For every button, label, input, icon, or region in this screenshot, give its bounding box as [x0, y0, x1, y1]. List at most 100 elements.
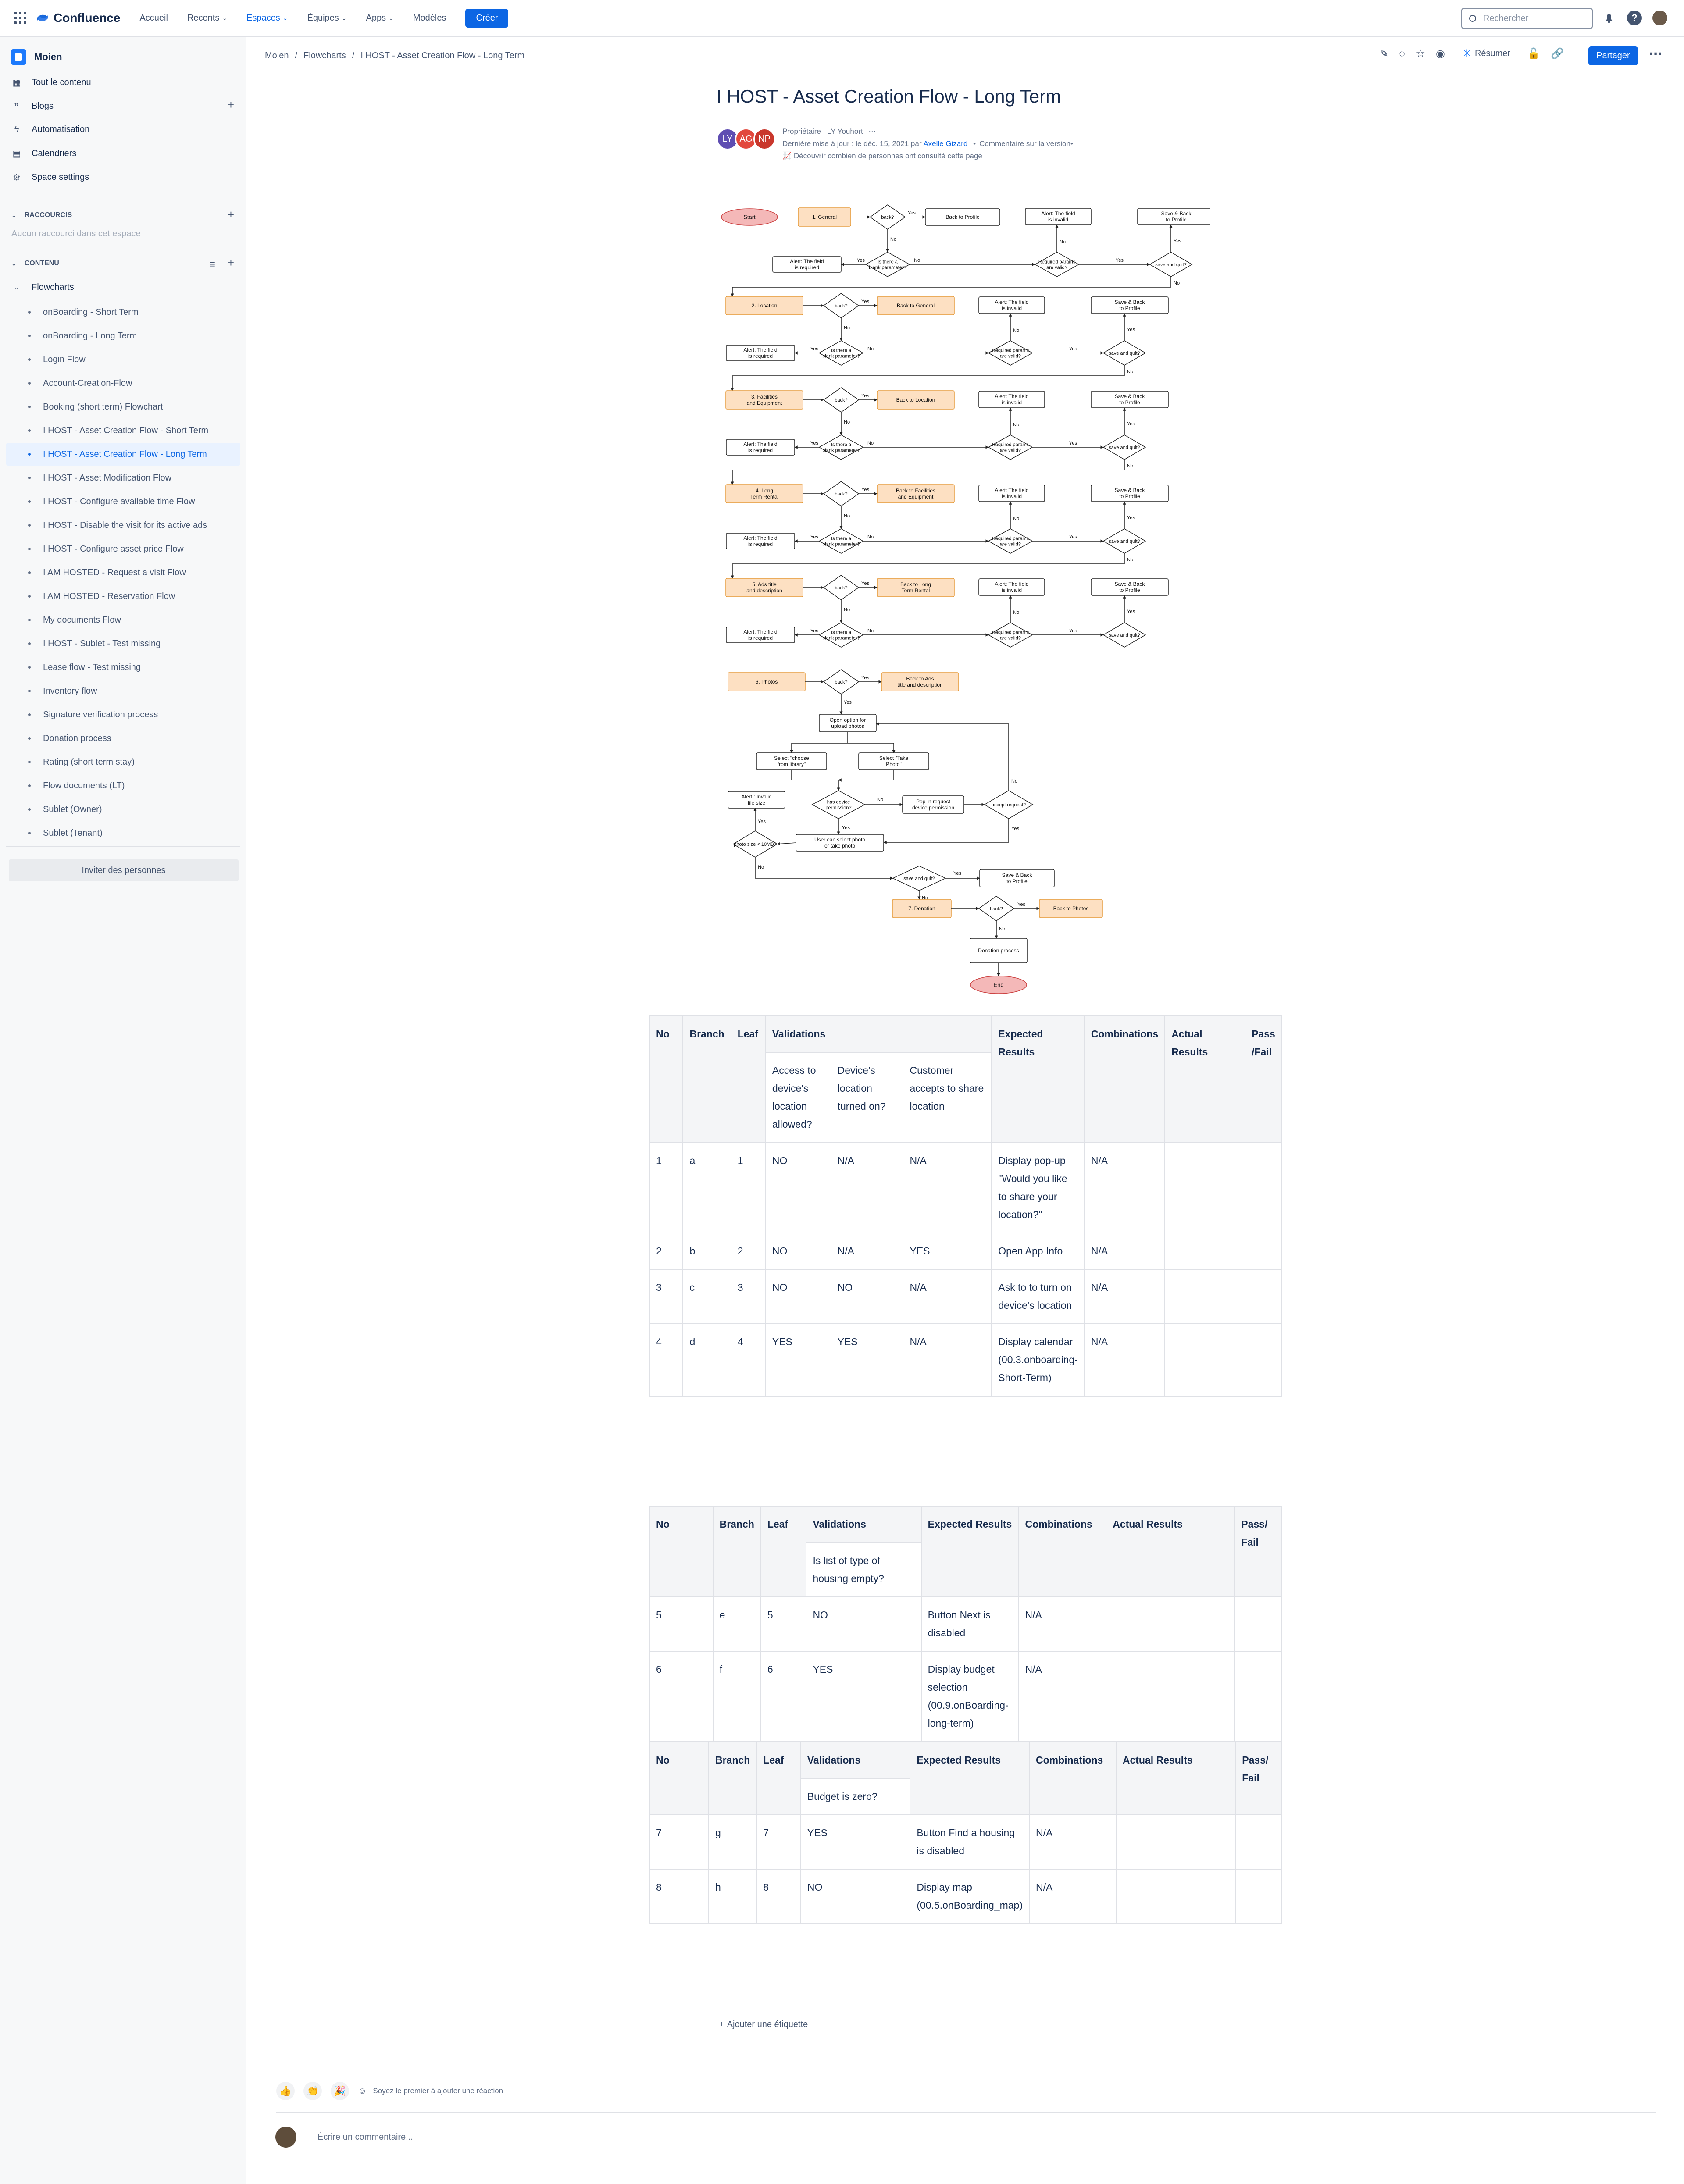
sidebar-tree-item[interactable]: My documents Flow	[6, 609, 240, 631]
sidebar-tree-item[interactable]: Account-Creation-Flow	[6, 372, 240, 395]
nav-teams[interactable]: Équipes ⌄	[307, 13, 347, 23]
col-header: Actual Results	[1106, 1506, 1235, 1597]
sidebar-space-settings[interactable]: ⚙ Space settings	[11, 172, 89, 183]
sidebar-tree-item[interactable]: onBoarding - Long Term	[6, 324, 240, 347]
table-cell	[1164, 1142, 1246, 1233]
sidebar-automation[interactable]: ϟ Automatisation	[11, 125, 90, 135]
sidebar-tree-item[interactable]: I HOST - Configure available time Flow	[6, 490, 240, 513]
page-actions: ✎ ◌ ☆ ◉ ✳ Résumer 🔓 🔗	[1380, 47, 1564, 60]
thumbs-up-icon[interactable]: 👍	[276, 2082, 295, 2100]
save-decision-label: save and quit?	[1109, 445, 1140, 450]
table-cell: 1	[649, 1142, 684, 1233]
author-link[interactable]: Axelle Gizard	[923, 139, 967, 148]
sidebar-tree-item[interactable]: Login Flow	[6, 348, 240, 371]
tree-item-label: Account-Creation-Flow	[43, 378, 132, 388]
nav-recent[interactable]: Recents ⌄	[187, 13, 227, 23]
sidebar-all-content[interactable]: ▦ Tout le contenu	[11, 77, 91, 88]
edge-label: Yes	[861, 393, 869, 399]
edge-label: Yes	[1069, 346, 1077, 352]
bullet-icon	[28, 619, 31, 621]
sidebar-tree-item[interactable]: Donation process	[6, 727, 240, 750]
sidebar-tree-item[interactable]: onBoarding - Short Term	[6, 301, 240, 324]
app-switcher-icon[interactable]	[14, 12, 26, 24]
add-content-icon[interactable]: +	[228, 256, 234, 270]
comment-box[interactable]: Écrire un commentaire...	[275, 2127, 413, 2148]
contributors[interactable]: LY AG NP	[717, 128, 775, 150]
edit-icon[interactable]: ✎	[1380, 47, 1388, 60]
breadcrumb-item[interactable]: I HOST - Asset Creation Flow - Long Term	[360, 51, 524, 61]
table-cell	[1245, 1269, 1282, 1324]
more-icon[interactable]: ⋯	[868, 127, 876, 135]
link-icon[interactable]: 🔗	[1551, 47, 1564, 60]
comment-icon[interactable]: ◌	[1399, 48, 1405, 60]
sidebar-tree-item[interactable]: Flow documents (LT)	[6, 774, 240, 797]
top-navigation: Confluence Accueil Recents ⌄ Espaces ⌄ Équ…	[0, 0, 1684, 37]
comment-placeholder: Écrire un commentaire...	[318, 2132, 413, 2142]
back-decision-label: back?	[881, 215, 894, 220]
shortcuts-header[interactable]: ⌄ RACCOURCIS	[11, 211, 72, 219]
star-icon[interactable]: ☆	[1416, 47, 1425, 60]
restrictions-icon[interactable]: 🔓	[1527, 47, 1540, 60]
col-header: Combinations	[1028, 1742, 1117, 1815]
search-input[interactable]: Rechercher	[1461, 8, 1593, 29]
nav-templates[interactable]: Modèles	[413, 13, 446, 23]
valid-decision-label: Required params	[992, 348, 1029, 353]
help-icon[interactable]: ?	[1627, 11, 1642, 25]
sidebar-tree-item[interactable]: Sublet (Owner)	[6, 798, 240, 821]
sidebar-tree-item[interactable]: Booking (short term) Flowchart	[6, 395, 240, 418]
add-shortcut-icon[interactable]: +	[228, 208, 234, 221]
sidebar-calendars[interactable]: ▤ Calendriers	[11, 148, 77, 159]
content-header[interactable]: ⌄ CONTENU	[11, 260, 59, 267]
nav-spaces[interactable]: Espaces ⌄	[246, 13, 288, 23]
nav-home[interactable]: Accueil	[139, 13, 168, 23]
sidebar-tree-item[interactable]: I HOST - Asset Creation Flow - Long Term	[6, 443, 240, 466]
user-avatar[interactable]	[1652, 11, 1667, 25]
sidebar-tree-item[interactable]: I HOST - Asset Creation Flow - Short Ter…	[6, 419, 240, 442]
sidebar-tree-item[interactable]: Sublet (Tenant)	[6, 822, 240, 844]
clap-icon[interactable]: 👏	[303, 2082, 322, 2100]
blank-decision-label: Is there a	[831, 348, 852, 353]
invite-people-button[interactable]: Inviter des personnes	[9, 859, 239, 881]
sidebar-tree-item[interactable]: I AM HOSTED - Reservation Flow	[6, 585, 240, 608]
chevron-down-icon: ⌄	[341, 14, 347, 21]
sidebar-tree-item[interactable]: I AM HOSTED - Request a visit Flow	[6, 561, 240, 584]
sidebar-tree-item[interactable]: I HOST - Disable the visit for its activ…	[6, 514, 240, 537]
sidebar-tree-item[interactable]: I HOST - Configure asset price Flow	[6, 538, 240, 560]
summarize-button[interactable]: Résumer	[1475, 49, 1510, 59]
add-blog-icon[interactable]: +	[228, 98, 234, 112]
back-node-label: Back to General	[897, 303, 935, 309]
table-cell: 8	[649, 1869, 710, 1924]
col-header: Expected Results	[910, 1742, 1030, 1815]
filter-icon[interactable]: ≡	[210, 259, 215, 270]
notifications-icon[interactable]	[1602, 11, 1616, 25]
space-title[interactable]: Moien	[11, 49, 62, 65]
sidebar-tree-item[interactable]: Rating (short term stay)	[6, 751, 240, 773]
tree-item-label: Booking (short term) Flowchart	[43, 402, 163, 412]
share-button[interactable]: Partager	[1588, 46, 1638, 65]
edge-label: No	[999, 926, 1005, 932]
create-button[interactable]: Créer	[465, 8, 509, 28]
save-decision-label: save and quit?	[1109, 633, 1140, 638]
table-cell: YES	[765, 1323, 831, 1397]
sidebar-tree-item[interactable]: I HOST - Sublet - Test missing	[6, 632, 240, 655]
sidebar-tree-item[interactable]: Lease flow - Test missing	[6, 656, 240, 679]
confluence-logo[interactable]: Confluence	[36, 11, 120, 25]
edge-label: Yes	[953, 871, 961, 876]
analytics-line[interactable]: 📈 Découvrir combien de personnes ont con…	[782, 152, 982, 160]
add-label-button[interactable]: + Ajouter une étiquette	[719, 2020, 808, 2030]
sidebar-tree-item[interactable]: Inventory flow	[6, 680, 240, 702]
sidebar-blogs[interactable]: ❞ Blogs	[11, 101, 54, 112]
breadcrumb-item[interactable]: Moien	[265, 51, 289, 61]
more-actions-icon[interactable]: ⋯	[1649, 46, 1662, 62]
sidebar-tree-item[interactable]: Signature verification process	[6, 703, 240, 726]
tree-root-flowcharts[interactable]: ⌄ Flowcharts	[11, 282, 74, 292]
add-reaction-icon[interactable]: ☺	[358, 2086, 367, 2096]
nav-apps[interactable]: Apps ⌄	[366, 13, 394, 23]
breadcrumb-item[interactable]: Flowcharts	[303, 51, 346, 61]
sidebar-tree-item[interactable]: I HOST - Asset Modification Flow	[6, 467, 240, 489]
save-node-label: Save & Back	[1115, 487, 1145, 493]
party-icon[interactable]: 🎉	[331, 2082, 349, 2100]
watch-icon[interactable]: ◉	[1436, 47, 1445, 60]
table-cell: 1	[730, 1142, 766, 1233]
version-comment-link[interactable]: Commentaire sur la version	[979, 139, 1070, 148]
